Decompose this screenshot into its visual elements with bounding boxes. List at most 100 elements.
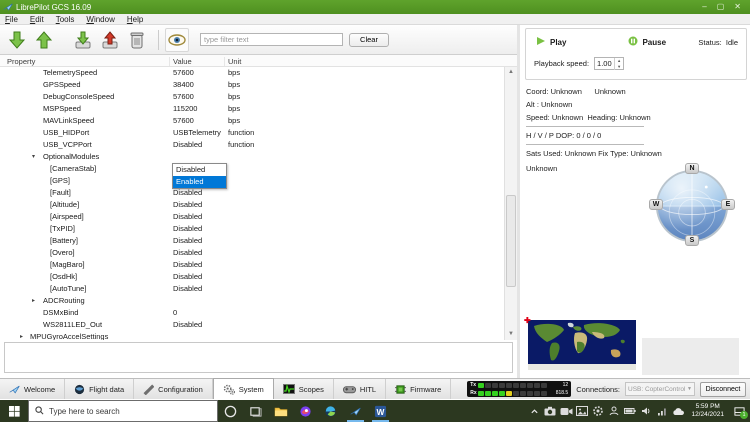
minimize-button[interactable]: –	[702, 2, 706, 12]
disconnect-button[interactable]: Disconnect	[700, 382, 746, 397]
expander-closed-icon[interactable]: ▸	[32, 295, 35, 307]
tree-row-camerastab[interactable]: [CameraStab]	[0, 163, 517, 175]
trash-button[interactable]	[125, 28, 149, 52]
property-value[interactable]: Disabled	[173, 283, 202, 295]
column-unit[interactable]: Unit	[228, 57, 241, 66]
property-value[interactable]: 38400	[173, 79, 194, 91]
tree-row-telemetryspeed[interactable]: TelemetrySpeed57600bps	[0, 67, 517, 79]
property-value[interactable]: 0	[173, 307, 177, 319]
property-value[interactable]: Disabled	[173, 319, 202, 331]
import-uav-button[interactable]	[71, 28, 95, 52]
spinner-arrows-icon[interactable]: ▲▼	[614, 58, 623, 70]
property-value[interactable]: 57600	[173, 67, 194, 79]
tree-column-header[interactable]: Property Value Unit	[0, 55, 517, 67]
property-value[interactable]: Disabled	[173, 259, 202, 271]
scrollbar-thumb[interactable]	[506, 195, 516, 287]
tab-scopes[interactable]: Scopes	[274, 379, 334, 399]
tab-hitl[interactable]: HITL	[334, 379, 386, 399]
arrow-down-green-button[interactable]	[5, 28, 29, 52]
world-map[interactable]	[528, 320, 636, 370]
property-value[interactable]: Disabled	[173, 199, 202, 211]
tree-row-optionalmodules[interactable]: ▾OptionalModules	[0, 151, 517, 163]
property-value[interactable]: Disabled	[173, 247, 202, 259]
tab-flight-data[interactable]: Flight data	[65, 379, 134, 399]
tree-scrollbar[interactable]: ▲ ▼	[504, 67, 517, 340]
tray-camera[interactable]	[543, 403, 557, 419]
tree-row-fault[interactable]: [Fault]Disabled	[0, 187, 517, 199]
pause-button[interactable]: Pause	[628, 36, 666, 48]
menu-file[interactable]: File	[5, 15, 18, 24]
property-value[interactable]: 57600	[173, 115, 194, 127]
tree-row-mavlinkspeed[interactable]: MAVLinkSpeed57600bps	[0, 115, 517, 127]
property-value[interactable]: Disabled	[173, 139, 202, 151]
menu-tools[interactable]: Tools	[56, 15, 75, 24]
tree-row-gps[interactable]: [GPS]	[0, 175, 517, 187]
tree-row-dsmxbind[interactable]: DSMxBind0	[0, 307, 517, 319]
tray-battery[interactable]	[623, 403, 637, 419]
export-uav-button[interactable]	[98, 28, 122, 52]
taskbar-app-word[interactable]: W	[368, 400, 393, 422]
tree-row-adcrouting[interactable]: ▸ADCRouting	[0, 295, 517, 307]
property-value[interactable]: USBTelemetry	[173, 127, 221, 139]
tray-network[interactable]	[655, 403, 669, 419]
dropdown-option-disabled[interactable]: Disabled	[173, 164, 226, 176]
property-value[interactable]: 115200	[173, 103, 197, 115]
action-center-icon[interactable]: 1	[730, 403, 748, 419]
tray-person[interactable]	[607, 403, 621, 419]
menu-help[interactable]: Help	[127, 15, 143, 24]
dropdown-option-enabled[interactable]: Enabled	[173, 176, 226, 188]
tree-row-airspeed[interactable]: [Airspeed]Disabled	[0, 211, 517, 223]
tree-row-txpid[interactable]: [TxPID]Disabled	[0, 223, 517, 235]
taskbar-app-paint[interactable]	[293, 400, 318, 422]
tree-row-osdhk[interactable]: [OsdHk]Disabled	[0, 271, 517, 283]
property-value[interactable]: 57600	[173, 91, 194, 103]
taskbar-app-folder[interactable]	[268, 400, 293, 422]
arrow-up-green-button[interactable]	[32, 28, 56, 52]
scroll-down-icon[interactable]: ▼	[505, 329, 517, 340]
restore-button[interactable]: ▢	[717, 2, 725, 12]
tray-gear[interactable]	[591, 403, 605, 419]
filter-input[interactable]	[200, 33, 343, 46]
column-value[interactable]: Value	[173, 57, 192, 66]
tab-welcome[interactable]: Welcome	[0, 379, 65, 399]
menu-window[interactable]: Window	[86, 15, 114, 24]
tree-row-magbaro[interactable]: [MagBaro]Disabled	[0, 259, 517, 271]
tab-system[interactable]: System	[213, 378, 274, 399]
scroll-up-icon[interactable]: ▲	[505, 67, 517, 78]
taskbar-clock[interactable]: 5:59 PM 12/24/2021	[687, 403, 728, 419]
tree-row-overo[interactable]: [Overo]Disabled	[0, 247, 517, 259]
tree-row-gpsspeed[interactable]: GPSSpeed38400bps	[0, 79, 517, 91]
taskbar-app-librepilot[interactable]	[343, 400, 368, 422]
close-button[interactable]: ✕	[734, 2, 741, 12]
tree-row-debugconsolespeed[interactable]: DebugConsoleSpeed57600bps	[0, 91, 517, 103]
column-property[interactable]: Property	[7, 57, 35, 66]
tray-videocam[interactable]	[559, 403, 573, 419]
tree-row-usb_hidport[interactable]: USB_HIDPortUSBTelemetryfunction	[0, 127, 517, 139]
tray-caret-up[interactable]	[527, 403, 541, 419]
tab-firmware[interactable]: Firmware	[386, 379, 451, 399]
taskbar-app-taskview[interactable]	[243, 400, 268, 422]
expander-closed-icon[interactable]: ▸	[20, 331, 23, 340]
tree-row-ws2811led_out[interactable]: WS2811LED_OutDisabled	[0, 319, 517, 331]
connection-select[interactable]: USB: CopterControl ▼	[625, 382, 695, 396]
tray-speaker[interactable]	[639, 403, 653, 419]
play-button[interactable]: Play	[536, 36, 566, 48]
tree-row-altitude[interactable]: [Altitude]Disabled	[0, 199, 517, 211]
tree-row-battery[interactable]: [Battery]Disabled	[0, 235, 517, 247]
clear-filter-button[interactable]: Clear	[349, 33, 389, 47]
expander-open-icon[interactable]: ▾	[32, 151, 35, 163]
tree-row-mpugyroaccelsettings[interactable]: ▸MPUGyroAccelSettings	[0, 331, 517, 340]
taskbar-app-cortana[interactable]	[218, 400, 243, 422]
menu-edit[interactable]: Edit	[30, 15, 44, 24]
tree-row-usb_vcpport[interactable]: USB_VCPPortDisabledfunction	[0, 139, 517, 151]
property-value[interactable]: Disabled	[173, 235, 202, 247]
playback-speed-spinner[interactable]: 1.00 ▲▼	[594, 57, 624, 70]
property-value[interactable]: Disabled	[173, 211, 202, 223]
taskbar-search[interactable]: Type here to search	[28, 400, 218, 422]
tray-cloud[interactable]	[671, 403, 685, 419]
tree-row-autotune[interactable]: [AutoTune]Disabled	[0, 283, 517, 295]
tree-row-mspspeed[interactable]: MSPSpeed115200bps	[0, 103, 517, 115]
taskbar-app-edge[interactable]	[318, 400, 343, 422]
property-value[interactable]: Disabled	[173, 223, 202, 235]
property-value[interactable]: Disabled	[173, 271, 202, 283]
